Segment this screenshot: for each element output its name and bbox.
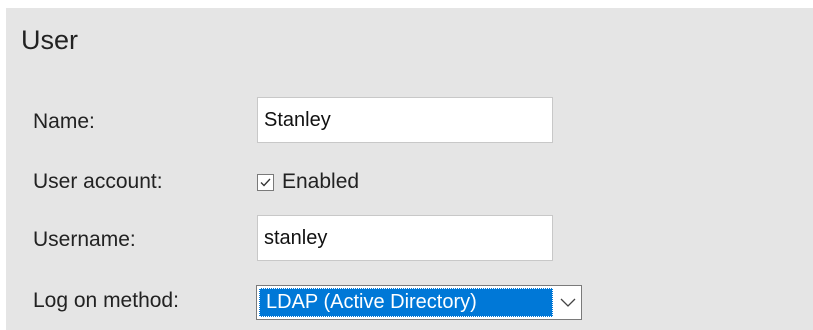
log-on-method-select[interactable]: LDAP (Active Directory)	[256, 285, 582, 320]
username-field[interactable]	[257, 215, 553, 261]
enabled-checkbox[interactable]	[257, 173, 274, 191]
name-label: Name:	[33, 110, 95, 133]
chevron-down-icon[interactable]	[557, 293, 579, 313]
log-on-method-label: Log on method:	[33, 289, 179, 312]
enabled-checkbox-label[interactable]: Enabled	[282, 170, 359, 194]
user-account-label: User account:	[33, 170, 163, 193]
name-field[interactable]	[257, 97, 553, 143]
user-panel	[6, 8, 813, 330]
username-label: Username:	[33, 228, 136, 251]
section-title: User	[21, 25, 79, 55]
checkmark-icon	[260, 178, 271, 186]
enabled-checkbox-row[interactable]: Enabled	[257, 168, 359, 196]
log-on-method-selected-value: LDAP (Active Directory)	[259, 288, 553, 317]
